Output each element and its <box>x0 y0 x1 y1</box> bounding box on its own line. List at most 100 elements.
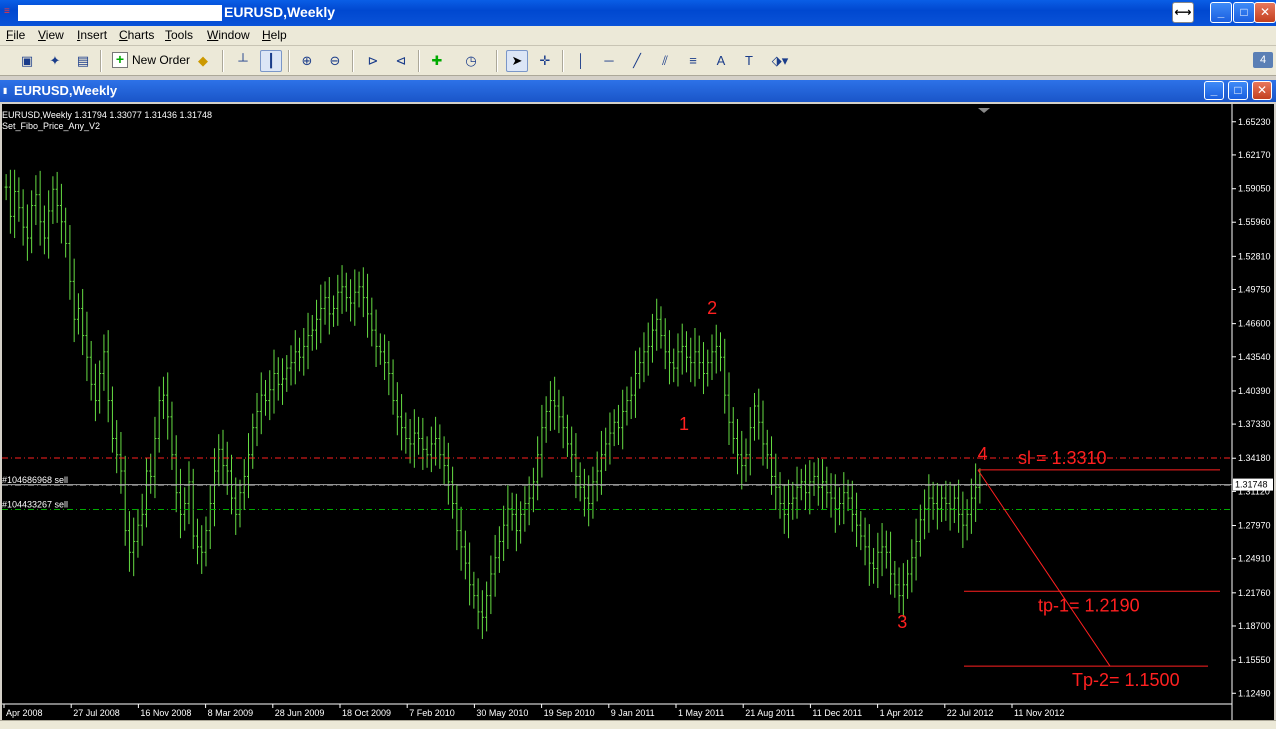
horizontal-line-icon[interactable]: ─ <box>598 50 620 72</box>
chart-shift-icon[interactable]: ⊲ <box>390 50 412 72</box>
arrows-icon[interactable]: ⬗▾ <box>766 50 794 72</box>
price-tick-label: 1.40390 <box>1238 386 1271 396</box>
wave-label: 3 <box>897 612 907 632</box>
auto-scroll-icon[interactable]: ⊳ <box>362 50 384 72</box>
menu-tools[interactable]: Tools <box>165 28 193 42</box>
time-tick-label: 7 Feb 2010 <box>409 708 455 718</box>
chart-maximize-button[interactable]: □ <box>1228 81 1248 100</box>
mt4-icon: ≡ <box>4 6 10 17</box>
price-tick-label: 1.43540 <box>1238 352 1271 362</box>
time-tick-label: 8 Mar 2009 <box>208 708 254 718</box>
time-tick-label: 21 Aug 2011 <box>745 708 795 718</box>
window-count-badge: 4 <box>1253 52 1273 68</box>
price-tick-label: 1.62170 <box>1238 150 1271 160</box>
toolbar-separator <box>418 50 420 72</box>
menu-insert[interactable]: Insert <box>77 28 107 42</box>
time-tick-label: 11 Dec 2011 <box>812 708 862 718</box>
indicator-name: Set_Fibo_Price_Any_V2 <box>2 121 100 131</box>
cursor-icon[interactable]: ➤ <box>506 50 528 72</box>
chart-window-icon: ▮ <box>3 86 8 95</box>
time-tick-label: 9 Jan 2011 <box>611 708 655 718</box>
window-title: EURUSD,Weekly <box>224 4 336 20</box>
target-label: sl = 1.3310 <box>1018 448 1107 468</box>
menu-help[interactable]: Help <box>262 28 287 42</box>
time-tick-label: Apr 2008 <box>6 708 43 718</box>
expert-advisors-icon[interactable]: ◆ <box>192 50 214 72</box>
chart-window-title: EURUSD,Weekly <box>14 83 118 98</box>
fibonacci-icon[interactable]: ≡ <box>682 50 704 72</box>
menu-charts[interactable]: Charts <box>119 28 154 42</box>
symbol-info-line: EURUSD,Weekly 1.31794 1.33077 1.31436 1.… <box>2 110 212 120</box>
price-tick-label: 1.24910 <box>1238 554 1271 564</box>
price-chart[interactable]: 1.65230 1.62170 1.59050 1.55960 1.52810 1.497… <box>2 104 1274 720</box>
zoom-out-icon[interactable]: ⊖ <box>324 50 346 72</box>
time-tick-label: 22 Jul 2012 <box>947 708 994 718</box>
time-tick-label: 28 Jun 2009 <box>275 708 325 718</box>
price-tick-label: 1.12490 <box>1238 688 1271 698</box>
indicators-icon[interactable]: ✚ <box>426 50 448 72</box>
periods-icon[interactable]: ◷ <box>460 50 482 72</box>
toolbar-separator <box>222 50 224 72</box>
time-tick-label: 19 Sep 2010 <box>544 708 595 718</box>
resize-arrows-icon[interactable]: ⟷ <box>1172 2 1194 23</box>
price-tick-label: 1.46600 <box>1238 319 1271 329</box>
price-tick-label: 1.49750 <box>1238 285 1271 295</box>
minimize-button[interactable]: _ <box>1210 2 1232 23</box>
chart-area[interactable]: 1.65230 1.62170 1.59050 1.55960 1.52810 1.497… <box>2 104 1274 720</box>
menu-file[interactable]: File <box>6 28 25 42</box>
redacted-account <box>18 5 222 21</box>
time-tick-label: 16 Nov 2008 <box>140 708 191 718</box>
market-watch-icon[interactable]: ▤ <box>72 50 94 72</box>
profiles-icon[interactable]: ✦ <box>44 50 66 72</box>
text-label-icon[interactable]: T <box>738 50 760 72</box>
vertical-line-icon[interactable]: │ <box>570 50 592 72</box>
menu-window[interactable]: Window <box>207 28 250 42</box>
chart-minimize-button[interactable]: _ <box>1204 81 1224 100</box>
new-order-icon: + <box>112 52 128 68</box>
toolbar: ▣ ✦ ▤ + New Order ◆ ┴ ┃ ⊕ ⊖ ⊳ ⊲ ✚ ◷ ➤ ✛ … <box>0 46 1276 76</box>
time-tick-label: 27 Jul 2008 <box>73 708 120 718</box>
time-tick-label: 30 May 2010 <box>476 708 528 718</box>
new-order-button[interactable]: + New Order <box>110 50 190 72</box>
new-order-label: New Order <box>132 53 191 67</box>
toolbar-separator <box>496 50 498 72</box>
new-chart-icon[interactable]: ▣ <box>16 50 38 72</box>
time-tick-label: 18 Oct 2009 <box>342 708 391 718</box>
current-price-label: 1.31748 <box>1235 480 1268 490</box>
wave-label: 2 <box>707 298 717 318</box>
crosshair-icon[interactable]: ✛ <box>534 50 556 72</box>
text-icon[interactable]: A <box>710 50 732 72</box>
time-tick-label: 11 Nov 2012 <box>1014 708 1064 718</box>
price-tick-label: 1.15550 <box>1238 655 1271 665</box>
toolbar-separator <box>288 50 290 72</box>
price-tick-label: 1.34180 <box>1238 453 1271 463</box>
app-window: ≡ EURUSD,Weekly ⟷ _ □ ✕ File View Insert… <box>0 0 1276 729</box>
trendline-icon[interactable]: ╱ <box>626 50 648 72</box>
title-bar: ≡ EURUSD,Weekly ⟷ _ □ ✕ <box>0 0 1276 26</box>
price-tick-label: 1.21760 <box>1238 588 1271 598</box>
maximize-button[interactable]: □ <box>1233 2 1255 23</box>
target-label: tp-1= 1.2190 <box>1038 595 1140 615</box>
order-label: #104686968 sell <box>2 475 68 485</box>
time-tick-label: 1 Apr 2012 <box>880 708 924 718</box>
wave-label: 1 <box>679 414 689 434</box>
shift-marker-icon <box>978 108 990 113</box>
toolbar-separator <box>100 50 102 72</box>
chart-close-button[interactable]: ✕ <box>1252 81 1272 100</box>
target-label: Tp-2= 1.1500 <box>1072 670 1180 690</box>
toolbar-separator <box>562 50 564 72</box>
equidistant-channel-icon[interactable]: ⫽ <box>654 50 676 72</box>
close-button[interactable]: ✕ <box>1254 2 1276 23</box>
price-tick-label: 1.55960 <box>1238 217 1271 227</box>
projection-line <box>977 469 1111 667</box>
zoom-in-icon[interactable]: ⊕ <box>296 50 318 72</box>
price-tick-label: 1.37330 <box>1238 419 1271 429</box>
menu-view[interactable]: View <box>38 28 64 42</box>
chart-window-title-bar: ▮ EURUSD,Weekly _ □ ✕ <box>0 80 1276 102</box>
candlestick-icon[interactable]: ┃ <box>260 50 282 72</box>
price-tick-label: 1.52810 <box>1238 251 1271 261</box>
price-tick-label: 1.27970 <box>1238 521 1271 531</box>
menu-bar: File View Insert Charts Tools Window Hel… <box>0 26 1276 46</box>
bar-chart-icon[interactable]: ┴ <box>232 50 254 72</box>
price-tick-label: 1.65230 <box>1238 117 1271 127</box>
